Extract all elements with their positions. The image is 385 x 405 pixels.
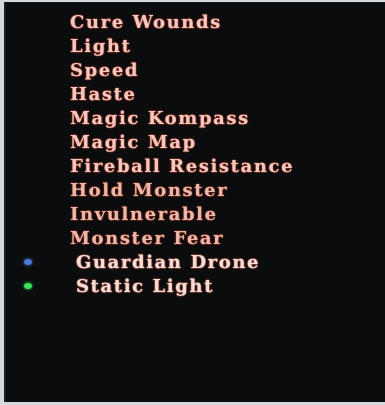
spell-list: Cure Wounds Light Speed Haste Magic Komp… — [6, 11, 385, 299]
spell-item-guardian-drone[interactable]: Guardian Drone — [6, 251, 385, 275]
spell-item-light[interactable]: Light — [6, 35, 385, 59]
spell-label: Magic Map — [70, 132, 197, 153]
spell-label: Hold Monster — [70, 180, 229, 201]
spell-label: Cure Wounds — [70, 12, 222, 33]
spell-item-invulnerable[interactable]: Invulnerable — [6, 203, 385, 227]
spell-label: Monster Fear — [70, 228, 225, 249]
spell-item-haste[interactable]: Haste — [6, 83, 385, 107]
spell-item-static-light[interactable]: Static Light — [6, 275, 385, 299]
screen-frame: Cure Wounds Light Speed Haste Magic Komp… — [0, 0, 385, 405]
spell-item-cure-wounds[interactable]: Cure Wounds — [6, 11, 385, 35]
spell-item-hold-monster[interactable]: Hold Monster — [6, 179, 385, 203]
spell-label: Magic Kompass — [70, 108, 250, 129]
blue-orb-icon — [24, 259, 32, 265]
spell-label: Speed — [70, 60, 140, 81]
spell-item-monster-fear[interactable]: Monster Fear — [6, 227, 385, 251]
spell-label: Light — [70, 36, 132, 57]
spell-label: Invulnerable — [70, 204, 218, 225]
spell-item-magic-kompass[interactable]: Magic Kompass — [6, 107, 385, 131]
green-orb-icon — [24, 283, 32, 289]
spell-label: Guardian Drone — [76, 252, 261, 273]
spell-item-speed[interactable]: Speed — [6, 59, 385, 83]
spell-item-magic-map[interactable]: Magic Map — [6, 131, 385, 155]
spell-menu: Cure Wounds Light Speed Haste Magic Komp… — [4, 2, 385, 402]
spell-item-fireball-resistance[interactable]: Fireball Resistance — [6, 155, 385, 179]
spell-label: Haste — [70, 84, 137, 105]
spell-label: Static Light — [76, 276, 215, 297]
spell-label: Fireball Resistance — [70, 156, 295, 177]
